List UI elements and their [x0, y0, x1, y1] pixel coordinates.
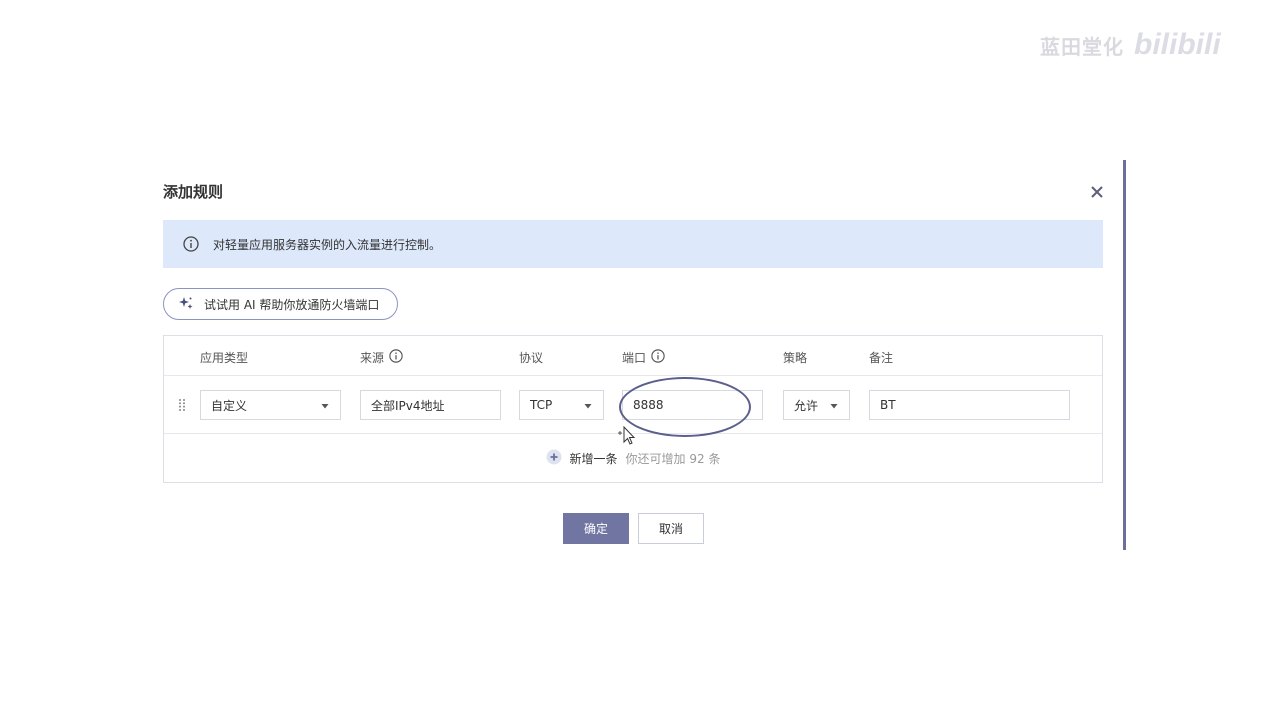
source-select[interactable]: 全部IPv4地址 — [360, 390, 501, 420]
header-app-type-label: 应用类型 — [200, 351, 249, 365]
add-rule-hint: 你还可增加 92 条 — [625, 451, 721, 466]
rules-table: 应用类型 来源 协议 端口 策略 备注 自定义 全部IPv4地址 TCP 888… — [163, 335, 1103, 483]
chevron-down-icon — [583, 400, 593, 414]
watermark: 蓝田堂化 bilibili — [1040, 28, 1221, 62]
info-icon[interactable] — [389, 349, 403, 366]
add-rule-button[interactable]: 新增一条 — [570, 450, 618, 467]
info-icon — [183, 236, 199, 252]
protocol-value: TCP — [530, 398, 553, 412]
notice-text: 对轻量应用服务器实例的入流量进行控制。 — [213, 237, 442, 252]
remark-value: BT — [880, 398, 896, 412]
watermark-text: 蓝田堂化 — [1040, 34, 1124, 59]
source-value: 全部IPv4地址 — [371, 398, 445, 413]
header-port-label: 端口 — [622, 351, 647, 365]
header-source-label: 来源 — [360, 351, 385, 365]
header-policy-label: 策略 — [783, 351, 808, 365]
scrollbar[interactable] — [1123, 160, 1126, 550]
add-rule-dialog: 添加规则 对轻量应用服务器实例的入流量进行控制。 试试用 AI 帮助你放通防火墙… — [150, 160, 1126, 552]
port-input[interactable]: 8888 — [622, 390, 763, 420]
header-source: 来源 — [360, 349, 403, 366]
info-icon[interactable] — [651, 349, 665, 366]
app-type-select[interactable]: 自定义 — [200, 390, 341, 420]
header-remark-label: 备注 — [869, 351, 894, 365]
port-value: 8888 — [633, 398, 664, 412]
close-icon[interactable] — [1087, 182, 1107, 202]
header-protocol: 协议 — [519, 349, 543, 366]
confirm-button[interactable]: 确定 — [563, 513, 629, 544]
remark-input[interactable]: BT — [869, 390, 1070, 420]
cancel-button[interactable]: 取消 — [638, 513, 704, 544]
header-policy: 策略 — [783, 349, 807, 366]
plus-circle-icon[interactable] — [546, 449, 562, 468]
ai-assist-button[interactable]: 试试用 AI 帮助你放通防火墙端口 — [163, 288, 398, 320]
policy-select[interactable]: 允许 — [783, 390, 850, 420]
policy-value: 允许 — [794, 398, 819, 413]
header-remark: 备注 — [869, 349, 893, 366]
dialog-title: 添加规则 — [163, 183, 224, 201]
bilibili-logo: bilibili — [1134, 28, 1221, 61]
header-protocol-label: 协议 — [519, 351, 544, 365]
chevron-down-icon — [829, 400, 839, 414]
header-port: 端口 — [622, 349, 665, 366]
protocol-select[interactable]: TCP — [519, 390, 604, 420]
chevron-down-icon — [320, 400, 330, 414]
table-header: 应用类型 来源 协议 端口 策略 备注 — [164, 336, 1102, 376]
cursor-icon — [616, 421, 638, 450]
header-app-type: 应用类型 — [200, 349, 248, 366]
app-type-value: 自定义 — [211, 398, 248, 413]
ai-assist-label: 试试用 AI 帮助你放通防火墙端口 — [204, 297, 380, 312]
notice-banner: 对轻量应用服务器实例的入流量进行控制。 — [163, 220, 1103, 268]
drag-handle-icon[interactable] — [178, 398, 186, 417]
sparkle-icon — [178, 295, 194, 314]
